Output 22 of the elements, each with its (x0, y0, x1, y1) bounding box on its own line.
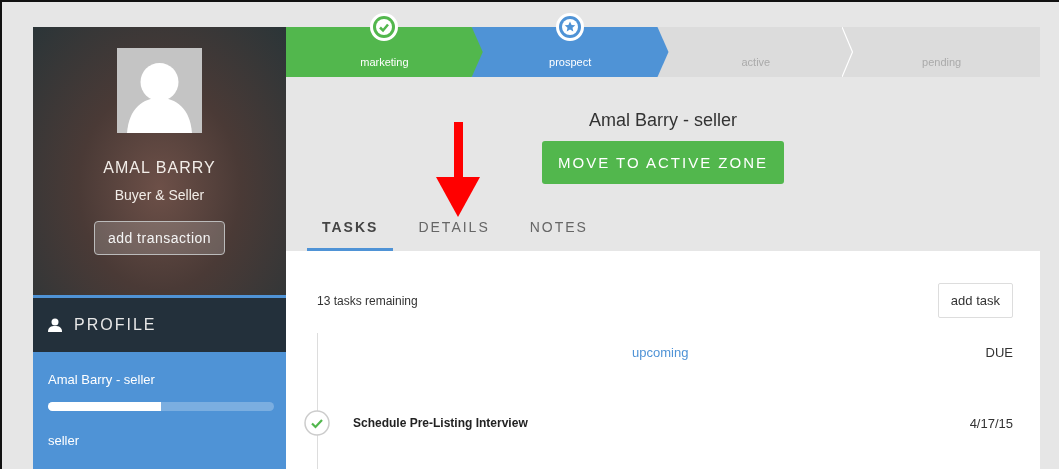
transaction-heading: Amal Barry - seller (589, 110, 737, 131)
transaction-type: seller (48, 433, 81, 448)
task-title[interactable]: Schedule Pre-Listing Interview (353, 416, 970, 430)
profile-heading: PROFILE (74, 316, 157, 334)
move-zone-button[interactable]: MOVE TO ACTIVE ZONE (542, 141, 784, 184)
tasks-remaining: 13 tasks remaining (317, 293, 418, 308)
tab[interactable]: NOTES (514, 215, 603, 251)
transaction-title: Amal Barry - seller (48, 372, 155, 387)
transaction-item[interactable]: Amal Barry - seller seller (33, 352, 286, 469)
stage-step[interactable]: prospect (471, 27, 669, 77)
group-heading: upcoming (632, 345, 690, 360)
due-heading: DUE (985, 345, 1013, 360)
tab[interactable]: DETAILS (403, 215, 505, 251)
task-due-date: 4/17/15 (969, 415, 1013, 431)
add-task-button[interactable]: add task (937, 283, 1013, 318)
contact-name: AMAL BARRY (103, 159, 216, 177)
task-checkbox[interactable] (304, 410, 330, 436)
chevron-divider (842, 27, 855, 77)
person-icon (48, 318, 62, 332)
contact-role: Buyer & Seller (114, 187, 205, 203)
add-transaction-button[interactable]: add transaction (93, 221, 226, 255)
stage-step[interactable]: marketing (286, 27, 483, 77)
